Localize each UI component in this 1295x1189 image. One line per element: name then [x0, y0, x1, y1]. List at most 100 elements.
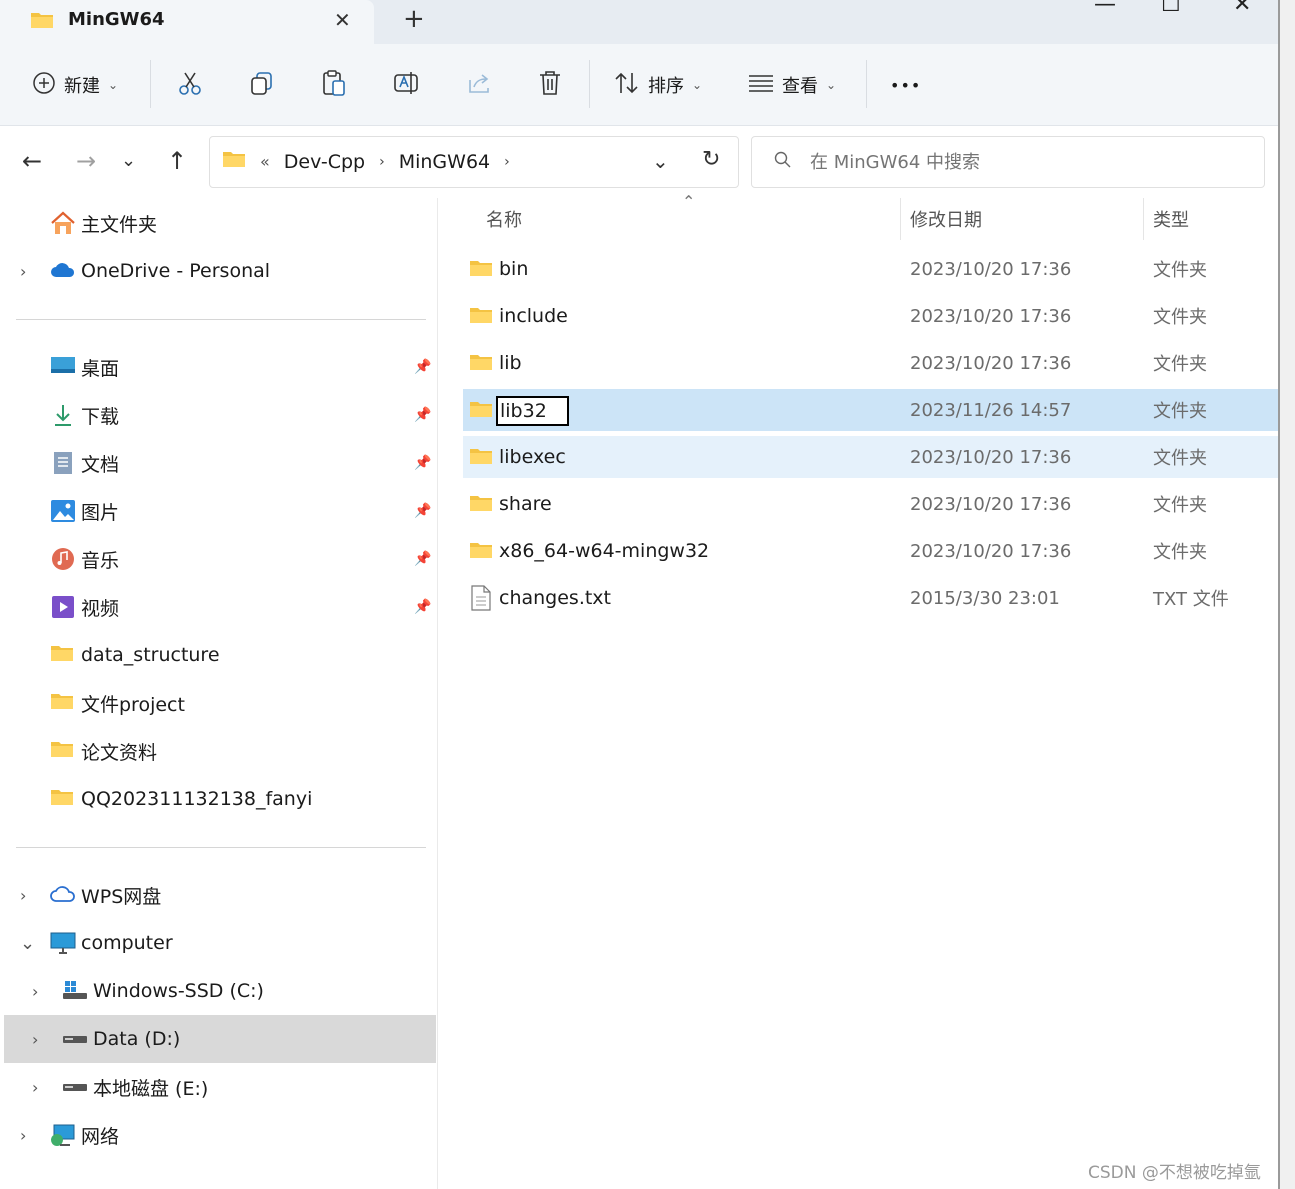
- nav-item-file-project[interactable]: 文件project: [0, 679, 436, 727]
- chevron-right-icon[interactable]: ›: [379, 154, 385, 170]
- folder-icon: [469, 493, 493, 518]
- chevron-right-icon[interactable]: ›: [32, 1030, 38, 1049]
- file-row[interactable]: changes.txt 2015/3/30 23:01 TXT 文件: [463, 577, 1278, 619]
- nav-item-downloads[interactable]: 下载 📌: [0, 391, 436, 439]
- file-name: libexec: [499, 446, 566, 468]
- paste-button[interactable]: [321, 44, 347, 126]
- nav-item-home[interactable]: 主文件夹: [0, 199, 436, 247]
- column-divider[interactable]: [900, 198, 901, 240]
- column-divider[interactable]: [1143, 198, 1144, 240]
- recent-locations-chevron-icon[interactable]: ⌄: [121, 150, 136, 171]
- view-button[interactable]: 查看 ⌄: [748, 44, 836, 126]
- rename-input[interactable]: lib32: [496, 396, 569, 426]
- file-row[interactable]: x86_64-w64-mingw32 2023/10/20 17:36 文件夹: [463, 530, 1278, 572]
- file-row-selected[interactable]: lib32 2023/11/26 14:57 文件夹: [463, 389, 1278, 431]
- download-icon: [50, 403, 76, 427]
- chevron-right-icon[interactable]: ›: [32, 1078, 38, 1097]
- breadcrumb-dev-cpp[interactable]: Dev-Cpp: [284, 151, 365, 173]
- more-options-button[interactable]: •••: [890, 44, 921, 126]
- nav-item-data-structure[interactable]: data_structure: [0, 631, 436, 679]
- file-row[interactable]: bin 2023/10/20 17:36 文件夹: [463, 248, 1278, 290]
- network-icon: [50, 1123, 76, 1147]
- new-button[interactable]: 新建 ⌄: [32, 44, 118, 126]
- pin-icon[interactable]: 📌: [414, 359, 431, 375]
- share-icon: [466, 70, 492, 101]
- file-type: 文件夹: [1153, 495, 1207, 516]
- close-tab-icon[interactable]: ✕: [334, 8, 351, 32]
- toolbar-divider: [866, 60, 867, 108]
- file-date: 2023/10/20 17:36: [910, 305, 1072, 327]
- chevron-down-icon: ⌄: [108, 78, 119, 92]
- new-tab-button[interactable]: +: [403, 4, 425, 34]
- nav-item-qq-fanyi[interactable]: QQ202311132138_fanyi: [0, 775, 436, 823]
- window-tab[interactable]: MinGW64 ✕: [0, 0, 374, 44]
- column-header-name[interactable]: 名称: [486, 198, 522, 240]
- delete-button[interactable]: [538, 44, 562, 126]
- rename-button[interactable]: [393, 44, 419, 126]
- folder-icon: [469, 258, 493, 283]
- trash-icon: [538, 70, 562, 101]
- pin-icon[interactable]: 📌: [414, 599, 431, 615]
- pin-icon[interactable]: 📌: [414, 455, 431, 471]
- nav-item-documents[interactable]: 文档 📌: [0, 439, 436, 487]
- sort-ascending-icon: ⌃: [682, 192, 696, 211]
- close-window-button[interactable]: ✕: [1233, 0, 1251, 17]
- search-input[interactable]: [810, 149, 1250, 175]
- address-bar[interactable]: « Dev-Cpp › MinGW64 › ⌄ ↻: [209, 136, 739, 188]
- share-button[interactable]: [466, 44, 492, 126]
- file-row[interactable]: share 2023/10/20 17:36 文件夹: [463, 483, 1278, 525]
- nav-label: computer: [81, 932, 173, 954]
- copy-button[interactable]: [249, 44, 275, 126]
- nav-item-music[interactable]: 音乐 📌: [0, 535, 436, 583]
- file-row[interactable]: lib 2023/10/20 17:36 文件夹: [463, 342, 1278, 384]
- chevron-right-icon[interactable]: ›: [504, 154, 510, 170]
- toolbar-divider: [589, 60, 590, 108]
- file-list: 名称 ⌃ 修改日期 类型 bin 2023/10/20 17:36 文件夹 in…: [440, 192, 1278, 1189]
- nav-item-thesis[interactable]: 论文资料: [0, 727, 436, 775]
- chevron-right-icon[interactable]: ›: [20, 1126, 26, 1145]
- nav-item-drive-c[interactable]: › Windows-SSD (C:): [0, 967, 436, 1015]
- file-date: 2015/3/30 23:01: [910, 587, 1060, 609]
- nav-item-onedrive[interactable]: › OneDrive - Personal: [0, 247, 436, 295]
- file-row[interactable]: libexec 2023/10/20 17:36 文件夹: [463, 436, 1278, 478]
- scissors-icon: [177, 70, 203, 101]
- column-header-modified[interactable]: 修改日期: [910, 198, 982, 240]
- breadcrumb-overflow[interactable]: «: [260, 152, 270, 171]
- breadcrumb-mingw64[interactable]: MinGW64: [399, 151, 490, 173]
- nav-item-desktop[interactable]: 桌面 📌: [0, 343, 436, 391]
- pin-icon[interactable]: 📌: [414, 503, 431, 519]
- nav-divider: [16, 319, 426, 320]
- nav-item-network[interactable]: › 网络: [0, 1111, 436, 1159]
- forward-arrow-icon[interactable]: →: [76, 147, 96, 175]
- minimize-button[interactable]: —: [1094, 0, 1116, 17]
- cut-button[interactable]: [177, 44, 203, 126]
- nav-label: 主文件夹: [81, 213, 158, 236]
- nav-item-wps[interactable]: › WPS网盘: [0, 871, 436, 919]
- up-arrow-icon[interactable]: ↑: [167, 147, 187, 175]
- nav-item-drive-d[interactable]: › Data (D:): [4, 1015, 436, 1063]
- pin-icon[interactable]: 📌: [414, 407, 431, 423]
- nav-item-pictures[interactable]: 图片 📌: [0, 487, 436, 535]
- chevron-right-icon[interactable]: ›: [20, 886, 26, 905]
- sort-button[interactable]: 排序 ⌄: [614, 44, 702, 126]
- address-history-chevron-icon[interactable]: ⌄: [652, 149, 669, 173]
- maximize-button[interactable]: ☐: [1161, 0, 1181, 17]
- nav-item-computer[interactable]: ⌄ computer: [0, 919, 436, 967]
- file-name: bin: [499, 258, 529, 280]
- nav-label: WPS网盘: [81, 885, 162, 908]
- nav-label: 视频: [81, 597, 120, 620]
- folder-icon: [469, 399, 493, 424]
- nav-item-videos[interactable]: 视频 📌: [0, 583, 436, 631]
- refresh-icon[interactable]: ↻: [702, 147, 720, 172]
- column-header-type[interactable]: 类型: [1153, 198, 1189, 240]
- file-row[interactable]: include 2023/10/20 17:36 文件夹: [463, 295, 1278, 337]
- nav-item-drive-e[interactable]: › 本地磁盘 (E:): [0, 1063, 436, 1111]
- chevron-right-icon[interactable]: ›: [32, 982, 38, 1001]
- view-list-icon: [748, 73, 774, 98]
- search-box[interactable]: [751, 136, 1265, 188]
- back-arrow-icon[interactable]: ←: [22, 147, 42, 175]
- nav-divider: [16, 847, 426, 848]
- pin-icon[interactable]: 📌: [414, 551, 431, 567]
- chevron-down-icon[interactable]: ⌄: [20, 933, 35, 954]
- chevron-right-icon[interactable]: ›: [20, 262, 26, 281]
